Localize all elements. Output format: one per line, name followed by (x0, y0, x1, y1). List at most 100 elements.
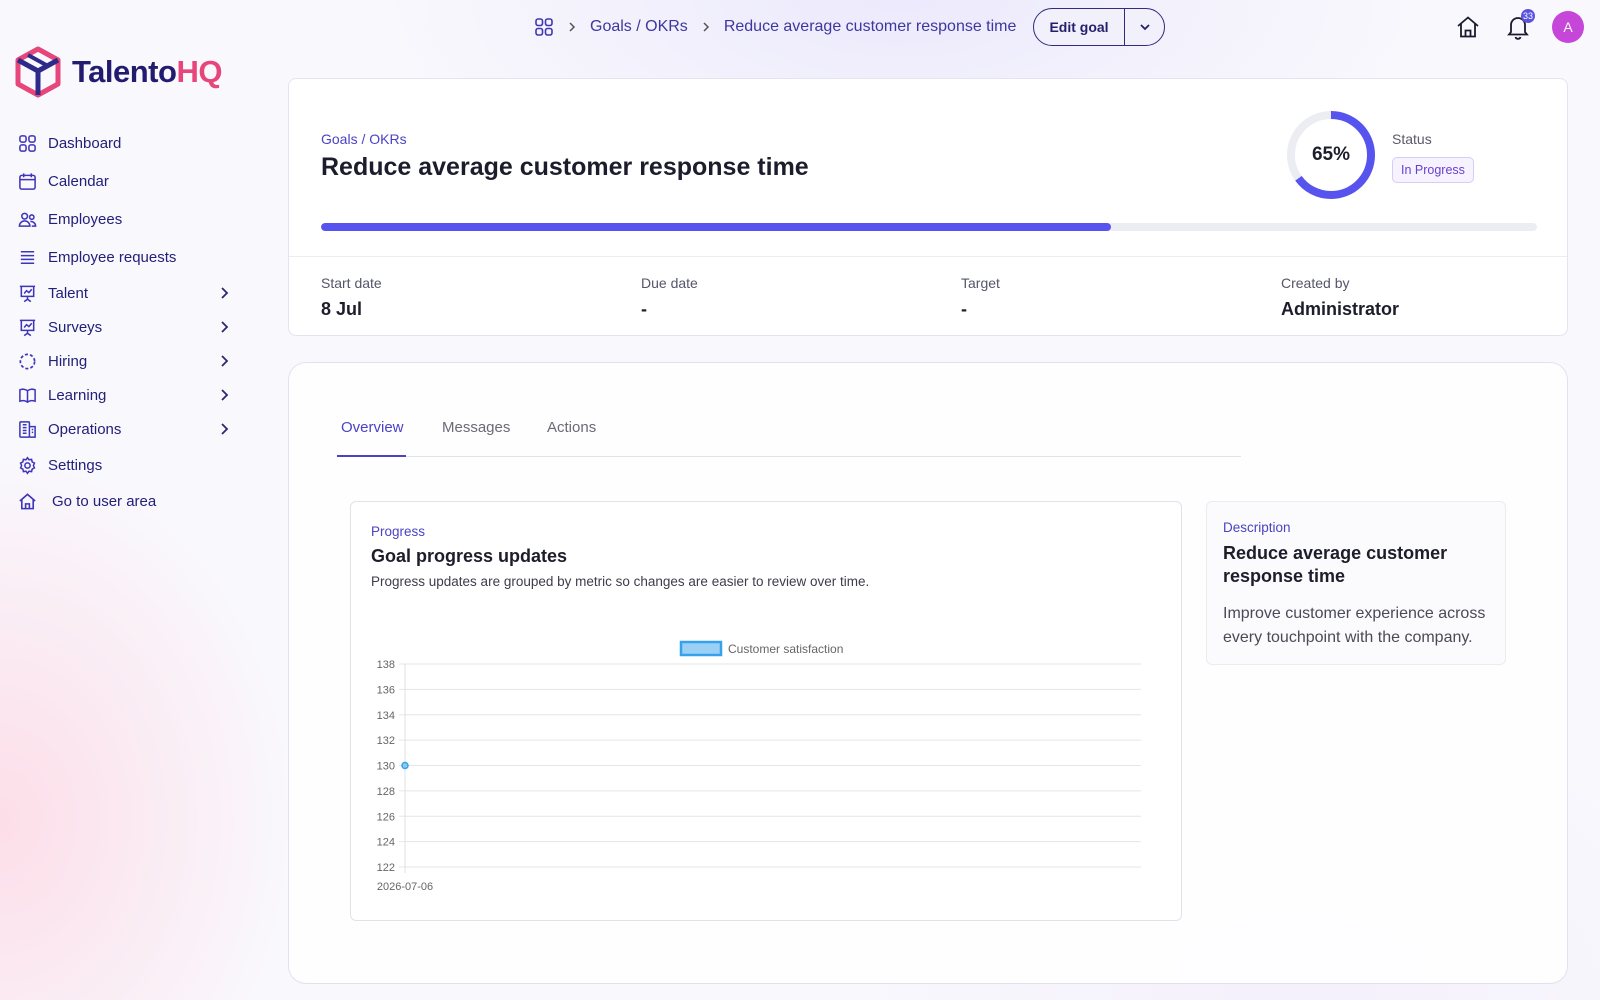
goal-header-card: Goals / OKRs Reduce average customer res… (288, 78, 1568, 336)
chevron-down-icon (1139, 24, 1150, 31)
sidebar-item-label: Learning (48, 386, 107, 404)
sidebar-item-label: Calendar (48, 172, 109, 190)
meta-label: Start date (321, 275, 382, 291)
progress-chart-card: Progress Goal progress updates Progress … (350, 501, 1182, 921)
sidebar-item-label: Talent (48, 284, 89, 302)
home-icon (16, 490, 38, 512)
y-tick-label: 126 (377, 811, 395, 823)
legend-label: Customer satisfaction (728, 642, 843, 656)
description-title: Reduce average customer response time (1223, 543, 1448, 586)
sidebar-item-label: Settings (48, 456, 103, 474)
book-icon (16, 384, 38, 406)
sidebar-item-calendar[interactable]: Calendar (16, 166, 244, 196)
presentation-icon (16, 316, 38, 338)
sidebar-item-label: Dashboard (48, 134, 122, 152)
sidebar-item-hiring[interactable]: Hiring (16, 346, 244, 376)
chevron-right-icon (221, 287, 229, 299)
meta-label: Target (961, 275, 1000, 291)
legend-swatch (679, 640, 723, 657)
presentation-icon (16, 282, 38, 304)
meta-value: - (641, 299, 647, 319)
meta-start-date: Start date 8 Jul (321, 275, 382, 320)
chart-card-title: Goal progress updates (371, 546, 568, 566)
breadcrumb: Goals / OKRs Reduce average customer res… (534, 14, 1016, 40)
tab-messages[interactable]: Messages (442, 415, 510, 457)
meta-label: Due date (641, 275, 698, 291)
progress-chart: 138 136 134 132 130 128 126 124 122 2026-07-06 Cus… (377, 640, 1141, 893)
progress-percent-label: 65% (1311, 144, 1351, 165)
y-tick-label: 124 (377, 837, 395, 849)
chevron-right-icon (569, 22, 576, 32)
logo-text: TalentoHQ (72, 54, 222, 89)
goal-kicker: Goals / OKRs (321, 131, 407, 147)
meta-created-by: Created by Administrator (1281, 275, 1399, 320)
breadcrumb-current: Reduce average customer response time (723, 18, 1017, 35)
sidebar-item-label: Employee requests (48, 248, 177, 266)
sidebar-item-employees[interactable]: Employees (16, 204, 244, 234)
sidebar-item-talent[interactable]: Talent (16, 278, 244, 308)
x-tick-label: 2026-07-06 (377, 881, 433, 893)
sidebar-item-label: Hiring (48, 352, 88, 370)
edit-goal-button[interactable]: Edit goal (1034, 9, 1124, 45)
avatar[interactable]: A (1552, 11, 1584, 43)
sidebar-item-surveys[interactable]: Surveys (16, 312, 244, 342)
sidebar: TalentoHQ Dashboard Calendar Employees E… (0, 0, 260, 1000)
meta-due-date: Due date - (641, 275, 698, 320)
home-icon[interactable] (1455, 14, 1481, 40)
users-icon (16, 208, 38, 230)
y-tick-label: 132 (377, 735, 395, 747)
goal-content-card: Overview Messages Actions Progress Goal … (288, 362, 1568, 984)
progress-bar-fill (321, 223, 1112, 231)
meta-value: Administrator (1281, 299, 1400, 319)
description-body: Improve customer experience across every… (1223, 605, 1486, 646)
tab-actions[interactable]: Actions (547, 415, 596, 457)
meta-label: Created by (1281, 275, 1350, 291)
description-kicker: Description (1223, 520, 1291, 535)
y-tick-label: 128 (377, 786, 395, 798)
description-card: Description Reduce average customer resp… (1206, 501, 1506, 665)
divider (289, 256, 1567, 257)
top-bar: Goals / OKRs Reduce average customer res… (0, 0, 1600, 56)
grid-icon (16, 132, 38, 154)
meta-value: 8 Jul (321, 299, 363, 319)
y-tick-label: 134 (377, 710, 395, 722)
sidebar-item-settings[interactable]: Settings (16, 450, 244, 480)
tab-bar: Overview Messages Actions (337, 415, 1241, 457)
breadcrumb-goals[interactable]: Goals / OKRs (590, 18, 688, 36)
edit-goal-group: Edit goal (1033, 8, 1165, 46)
data-point (401, 761, 409, 770)
tab-overview[interactable]: Overview (337, 415, 406, 457)
sidebar-item-label: Surveys (48, 318, 103, 336)
building-icon (16, 418, 38, 440)
sidebar-item-go-to-user-area[interactable]: Go to user area (16, 486, 244, 516)
grid-icon[interactable] (534, 17, 554, 37)
status-label: Status (1392, 131, 1432, 147)
sidebar-item-dashboard[interactable]: Dashboard (16, 128, 244, 158)
gear-icon (16, 454, 38, 476)
chevron-right-icon (221, 321, 229, 333)
chevron-right-icon (703, 22, 709, 32)
chevron-right-icon (221, 355, 229, 367)
calendar-icon (16, 170, 38, 192)
sidebar-item-learning[interactable]: Learning (16, 380, 244, 410)
progress-bar (321, 223, 1537, 231)
y-tick-label: 138 (377, 659, 395, 671)
notification-badge: 33 (1521, 9, 1535, 23)
y-tick-label: 136 (377, 684, 395, 696)
list-icon (16, 246, 38, 268)
chart-card-description: Progress updates are grouped by metric s… (371, 574, 870, 589)
sidebar-item-employee-requests[interactable]: Employee requests (16, 242, 244, 272)
chevron-right-icon (221, 389, 229, 401)
sidebar-item-label: Operations (48, 420, 122, 438)
edit-goal-dropdown-button[interactable] (1124, 9, 1164, 45)
dashed-circle-icon (16, 350, 38, 372)
y-tick-label: 130 (377, 761, 395, 773)
sidebar-item-operations[interactable]: Operations (16, 414, 244, 444)
meta-target: Target - (961, 275, 1000, 320)
sidebar-item-label: Go to user area (52, 492, 157, 510)
page-title: Reduce average customer response time (321, 153, 809, 181)
sidebar-item-label: Employees (48, 210, 123, 228)
y-tick-label: 122 (377, 862, 395, 874)
status-badge: In Progress (1392, 157, 1474, 183)
chart-kicker: Progress (371, 524, 426, 539)
